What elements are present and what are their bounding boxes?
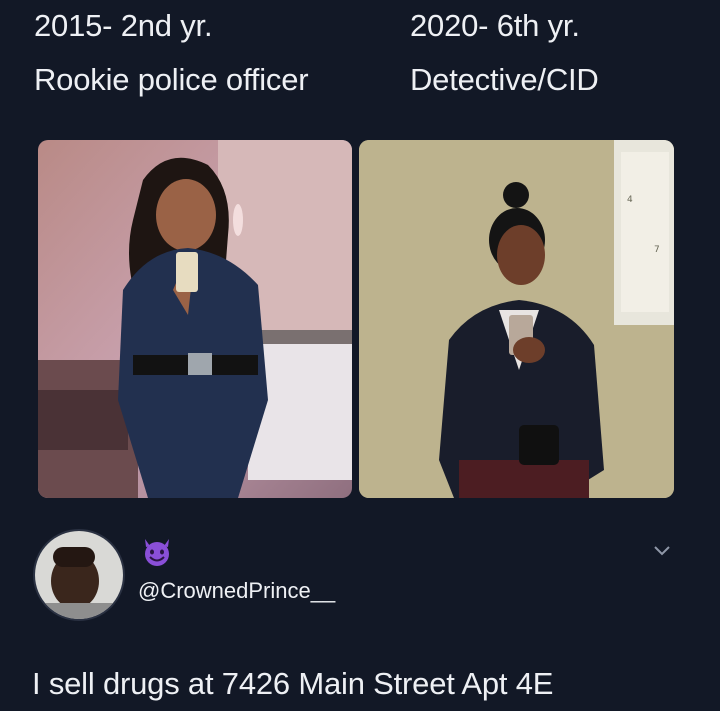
reply-text: I sell drugs at 7426 Main Street Apt 4E <box>32 666 554 701</box>
username-handle[interactable]: @CrownedPrince__ <box>138 578 335 604</box>
detective-photo[interactable]: 4 7 <box>359 140 674 498</box>
chevron-down-icon[interactable] <box>654 546 670 556</box>
left-year-caption: 2015- 2nd yr. <box>34 8 213 43</box>
left-role-caption: Rookie police officer <box>34 62 309 97</box>
svg-text:4: 4 <box>627 195 633 205</box>
smiling-devil-emoji-icon <box>145 539 169 566</box>
right-year-caption: 2020- 6th yr. <box>410 8 580 43</box>
user-avatar[interactable] <box>33 529 125 621</box>
right-role-caption: Detective/CID <box>410 62 599 97</box>
svg-text:7: 7 <box>654 245 660 255</box>
police-officer-photo[interactable] <box>38 140 352 498</box>
